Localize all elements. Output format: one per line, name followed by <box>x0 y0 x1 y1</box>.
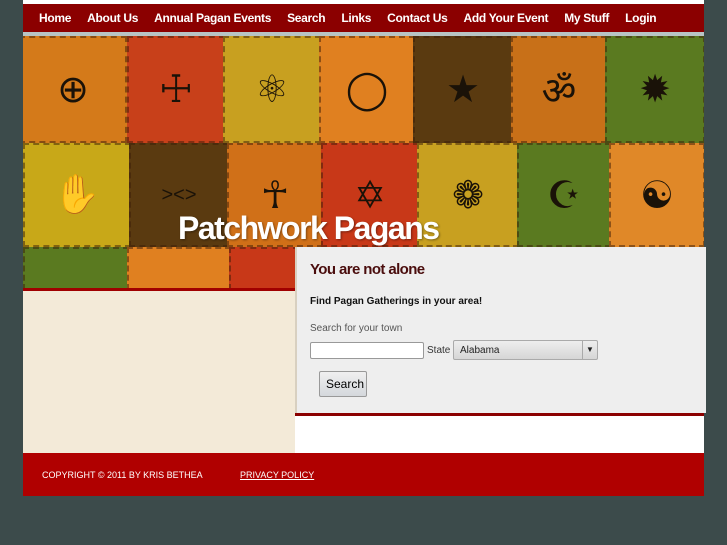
ichthys-icon: ><> <box>161 183 197 206</box>
main-nav: Home About Us Annual Pagan Events Search Lin… <box>23 4 704 32</box>
town-label: Search for your town <box>310 323 403 334</box>
nav-contact-us[interactable]: Contact Us <box>387 11 448 25</box>
nav-search[interactable]: Search <box>287 11 326 25</box>
page: Home About Us Annual Pagan Events Search Lin… <box>23 0 706 496</box>
tile-pentagram-icon: ★ <box>413 36 513 143</box>
tile-hamsa-icon: ✋ <box>23 143 131 247</box>
star-crescent-icon: ☪ <box>546 174 582 217</box>
town-input[interactable] <box>310 342 424 359</box>
nav-add-your-event[interactable]: Add Your Event <box>464 11 549 25</box>
pentagram-icon: ★ <box>445 69 481 111</box>
panel-subheading: Find Pagan Gatherings in your area! <box>310 296 483 307</box>
search-button[interactable]: Search <box>319 371 367 397</box>
state-select[interactable]: Alabama ▼ <box>453 340 598 360</box>
tile <box>229 247 299 290</box>
nav-my-stuff[interactable]: My Stuff <box>564 11 609 25</box>
flower-icon: ❁ <box>452 174 484 217</box>
panel-heading: You are not alone <box>310 261 425 278</box>
om-icon: ॐ <box>541 70 577 113</box>
tile-star-crescent-icon: ☪ <box>517 143 611 247</box>
tile-yin-yang-icon: ☯ <box>609 143 704 247</box>
divider <box>295 413 704 416</box>
tile-nine-point-star-icon: ✹ <box>605 36 704 143</box>
hamsa-icon: ✋ <box>53 174 101 216</box>
nav-home[interactable]: Home <box>39 11 71 25</box>
state-label: State <box>427 345 451 356</box>
state-value: Alabama <box>460 345 500 356</box>
tile-om-icon: ॐ <box>511 36 607 143</box>
privacy-policy-link[interactable]: PRIVACY POLICY <box>240 470 314 480</box>
nine-point-star-icon: ✹ <box>639 69 671 111</box>
nav-links[interactable]: Links <box>341 11 371 25</box>
copyright: COPYRIGHT © 2011 BY KRIS BETHEA <box>42 470 203 480</box>
left-column <box>23 291 295 453</box>
chevron-down-icon[interactable]: ▼ <box>582 341 597 359</box>
tile-atom-icon: ⚛ <box>223 36 321 143</box>
footer: COPYRIGHT © 2011 BY KRIS BETHEA PRIVACY … <box>23 453 704 496</box>
tile-sun-cross-icon: ⊕ <box>23 36 127 143</box>
atom-icon: ⚛ <box>254 69 290 111</box>
leviathan-cross-icon: ☩ <box>158 69 194 111</box>
tile-leviathan-cross-icon: ☩ <box>127 36 225 143</box>
nav-annual-pagan-events[interactable]: Annual Pagan Events <box>154 11 271 25</box>
search-panel: You are not alone Find Pagan Gatherings … <box>295 247 706 413</box>
tile <box>127 247 231 290</box>
tile-ouroboros-icon: ◯ <box>319 36 415 143</box>
nav-about-us[interactable]: About Us <box>87 11 138 25</box>
nav-login[interactable]: Login <box>625 11 656 25</box>
sun-cross-icon: ⊕ <box>57 69 89 111</box>
yin-yang-icon: ☯ <box>639 174 675 217</box>
site-title: Patchwork Pagans <box>178 210 440 246</box>
ouroboros-icon: ◯ <box>345 69 389 111</box>
tile <box>23 247 129 290</box>
